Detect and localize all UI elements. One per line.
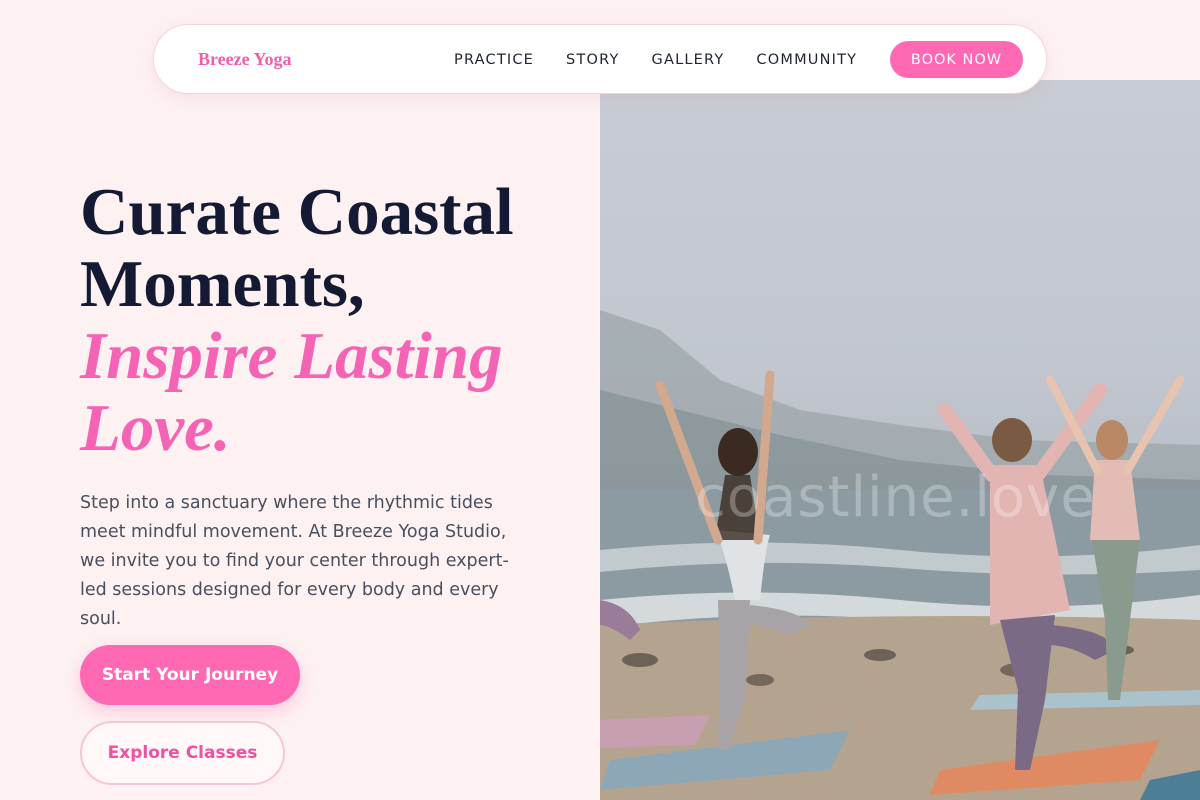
hero-headline: Curate Coastal Moments, Inspire Lasting … — [80, 176, 580, 464]
hero-description: Step into a sanctuary where the rhythmic… — [80, 493, 509, 629]
nav-link-gallery[interactable]: GALLERY — [652, 52, 725, 68]
book-now-button[interactable]: BOOK NOW — [890, 41, 1023, 78]
image-watermark: coastline.love — [695, 465, 1096, 530]
headline-line-1: Curate Coastal — [80, 175, 514, 249]
nav-link-community[interactable]: COMMUNITY — [756, 52, 857, 68]
nav-link-practice[interactable]: PRACTICE — [454, 52, 534, 68]
headline-line-2: Moments, — [80, 247, 365, 321]
headline-accent-line-2: Love. — [80, 391, 231, 465]
headline-accent-line-1: Inspire Lasting — [80, 319, 503, 393]
start-journey-button[interactable]: Start Your Journey — [80, 645, 300, 705]
nav-links: PRACTICE STORY GALLERY COMMUNITY — [454, 25, 889, 95]
nav-link-story[interactable]: STORY — [566, 52, 619, 68]
beach-yoga-photo — [600, 310, 1200, 800]
brand-logo[interactable]: Breeze Yoga — [198, 49, 291, 70]
top-navbar: Breeze Yoga PRACTICE STORY GALLERY COMMU… — [153, 24, 1047, 94]
hero-image: coastline.love — [600, 80, 1200, 800]
explore-classes-button[interactable]: Explore Classes — [80, 721, 285, 785]
